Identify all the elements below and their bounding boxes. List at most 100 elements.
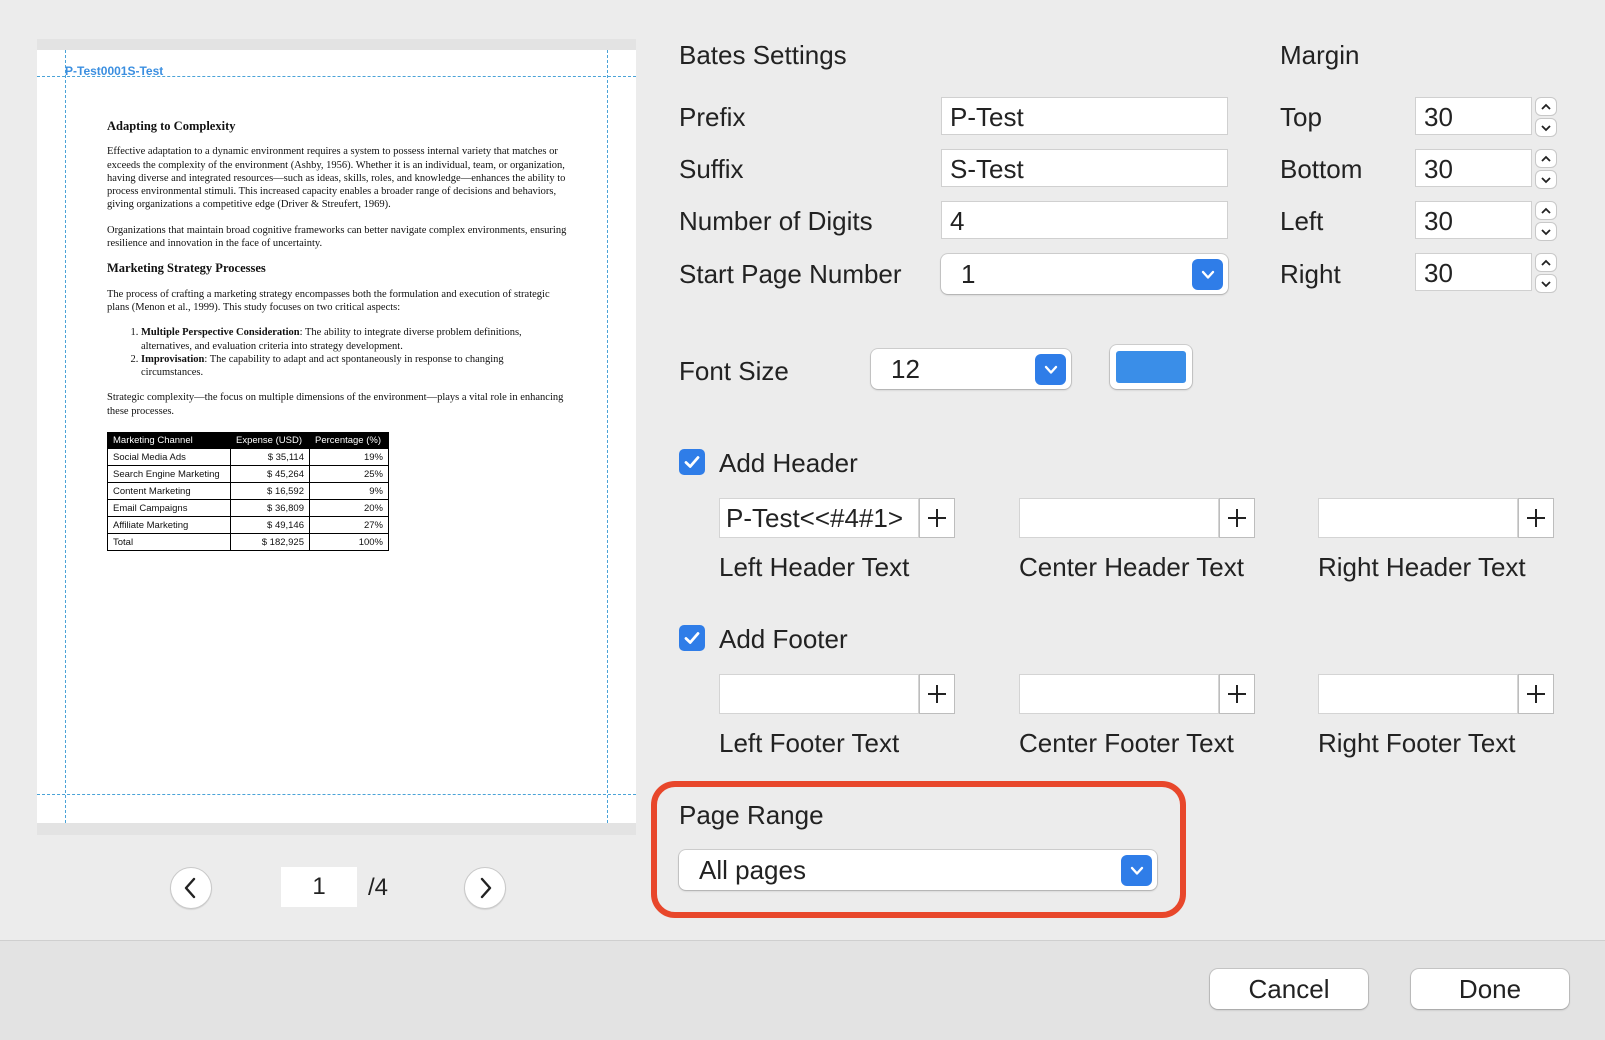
margin-left-stepper[interactable] bbox=[1535, 201, 1557, 241]
suffix-input[interactable]: S-Test bbox=[941, 149, 1228, 187]
left-header-input[interactable]: P-Test<<#4#1> bbox=[719, 498, 919, 538]
margin-top-label: Top bbox=[1280, 102, 1322, 132]
margin-bottom-input[interactable]: 30 bbox=[1415, 149, 1532, 187]
right-header-input[interactable] bbox=[1318, 498, 1518, 538]
page-number-input[interactable]: 1 bbox=[281, 867, 357, 907]
checkmark-icon bbox=[684, 456, 700, 468]
font-size-select[interactable]: 12 bbox=[871, 349, 1071, 389]
chevron-left-icon bbox=[184, 877, 196, 899]
checkmark-icon bbox=[684, 632, 700, 644]
prefix-label: Prefix bbox=[679, 102, 746, 132]
document-content: Adapting to Complexity Effective adaptat… bbox=[107, 119, 567, 552]
chevron-up-icon[interactable] bbox=[1535, 201, 1557, 220]
center-footer-add-button[interactable] bbox=[1219, 674, 1255, 714]
doc-paragraph: The process of crafting a marketing stra… bbox=[107, 288, 550, 313]
chevron-down-icon bbox=[1121, 855, 1152, 886]
doc-paragraph: Strategic complexity—the focus on multip… bbox=[107, 392, 564, 417]
suffix-label: Suffix bbox=[679, 154, 744, 184]
right-header-label: Right Header Text bbox=[1318, 552, 1526, 582]
margin-right-input[interactable]: 30 bbox=[1415, 253, 1532, 291]
font-size-label: Font Size bbox=[679, 356, 789, 386]
next-page-button[interactable] bbox=[464, 867, 506, 909]
list-item: Improvisation: The capability to adapt a… bbox=[141, 353, 567, 380]
left-footer-add-button[interactable] bbox=[919, 674, 955, 714]
center-footer-input[interactable] bbox=[1019, 674, 1219, 714]
plus-icon bbox=[1228, 509, 1246, 527]
page-range-select[interactable]: All pages bbox=[679, 850, 1157, 890]
right-footer-input[interactable] bbox=[1318, 674, 1518, 714]
done-button[interactable]: Done bbox=[1411, 969, 1569, 1009]
doc-heading: Marketing Strategy Processes bbox=[107, 261, 266, 276]
number-of-digits-label: Number of Digits bbox=[679, 206, 873, 236]
chevron-up-icon[interactable] bbox=[1535, 149, 1557, 168]
font-color-well[interactable] bbox=[1110, 345, 1192, 389]
doc-heading: Adapting to Complexity bbox=[107, 119, 236, 133]
previous-page-button[interactable] bbox=[170, 867, 212, 909]
page-range-label: Page Range bbox=[679, 800, 824, 830]
chevron-down-icon[interactable] bbox=[1535, 170, 1557, 189]
table-row: Total $ 182,925 100% bbox=[107, 533, 389, 552]
add-header-label: Add Header bbox=[719, 448, 858, 478]
color-swatch bbox=[1116, 351, 1186, 383]
margin-top-stepper[interactable] bbox=[1535, 97, 1557, 137]
margin-title: Margin bbox=[1280, 40, 1360, 70]
table-row: Search Engine Marketing $ 45,264 25% bbox=[107, 465, 389, 484]
plus-icon bbox=[1527, 685, 1545, 703]
table-row: Email Campaigns $ 36,809 20% bbox=[107, 499, 389, 518]
right-header-add-button[interactable] bbox=[1518, 498, 1554, 538]
start-page-number-label: Start Page Number bbox=[679, 259, 902, 289]
plus-icon bbox=[928, 509, 946, 527]
right-guide bbox=[607, 50, 608, 823]
chevron-down-icon bbox=[1192, 259, 1223, 290]
chevron-right-icon bbox=[480, 877, 492, 899]
left-footer-input[interactable] bbox=[719, 674, 919, 714]
bates-settings-title: Bates Settings bbox=[679, 40, 847, 70]
chevron-down-icon[interactable] bbox=[1535, 118, 1557, 137]
page-preview: P-Test0001S-Test Adapting to Complexity … bbox=[37, 50, 636, 823]
bates-stamp-preview: P-Test0001S-Test bbox=[65, 64, 164, 78]
margin-left-input[interactable]: 30 bbox=[1415, 201, 1532, 239]
left-footer-label: Left Footer Text bbox=[719, 728, 900, 758]
table-header: Marketing Channel bbox=[107, 432, 231, 450]
center-footer-label: Center Footer Text bbox=[1019, 728, 1234, 758]
page-total: /4 bbox=[368, 874, 389, 901]
center-header-add-button[interactable] bbox=[1219, 498, 1255, 538]
plus-icon bbox=[928, 685, 946, 703]
table-row: Content Marketing $ 16,592 9% bbox=[107, 482, 389, 501]
doc-paragraph: Effective adaptation to a dynamic enviro… bbox=[107, 146, 566, 211]
start-page-number-select[interactable]: 1 bbox=[941, 254, 1228, 294]
margin-bottom-stepper[interactable] bbox=[1535, 149, 1557, 189]
chevron-up-icon[interactable] bbox=[1535, 253, 1557, 272]
left-guide bbox=[65, 50, 66, 823]
list-item: Multiple Perspective Consideration: The … bbox=[141, 326, 567, 353]
center-header-label: Center Header Text bbox=[1019, 552, 1244, 582]
add-header-checkbox[interactable] bbox=[679, 449, 705, 475]
prefix-input[interactable]: P-Test bbox=[941, 97, 1228, 135]
number-of-digits-input[interactable]: 4 bbox=[941, 201, 1228, 239]
left-header-add-button[interactable] bbox=[919, 498, 955, 538]
margin-top-input[interactable]: 30 bbox=[1415, 97, 1532, 135]
table-header: Expense (USD) bbox=[230, 432, 310, 450]
right-footer-add-button[interactable] bbox=[1518, 674, 1554, 714]
cancel-button[interactable]: Cancel bbox=[1210, 969, 1368, 1009]
center-header-input[interactable] bbox=[1019, 498, 1219, 538]
table-row: Social Media Ads $ 35,114 19% bbox=[107, 448, 389, 467]
chevron-down-icon[interactable] bbox=[1535, 274, 1557, 293]
plus-icon bbox=[1527, 509, 1545, 527]
margin-bottom-label: Bottom bbox=[1280, 154, 1363, 184]
doc-list: Multiple Perspective Consideration: The … bbox=[107, 326, 567, 379]
table-row: Affiliate Marketing $ 49,146 27% bbox=[107, 516, 389, 535]
add-footer-label: Add Footer bbox=[719, 624, 848, 654]
right-footer-label: Right Footer Text bbox=[1318, 728, 1516, 758]
chevron-down-icon[interactable] bbox=[1535, 222, 1557, 241]
chevron-down-icon bbox=[1035, 354, 1066, 385]
doc-paragraph: Organizations that maintain broad cognit… bbox=[107, 224, 567, 250]
left-header-label: Left Header Text bbox=[719, 552, 910, 582]
chevron-up-icon[interactable] bbox=[1535, 97, 1557, 116]
margin-right-stepper[interactable] bbox=[1535, 253, 1557, 293]
add-footer-checkbox[interactable] bbox=[679, 625, 705, 651]
doc-table: Marketing Channel Expense (USD) Percenta… bbox=[107, 432, 389, 552]
margin-right-label: Right bbox=[1280, 259, 1341, 289]
footer-guide bbox=[37, 794, 636, 795]
margin-left-label: Left bbox=[1280, 206, 1324, 236]
